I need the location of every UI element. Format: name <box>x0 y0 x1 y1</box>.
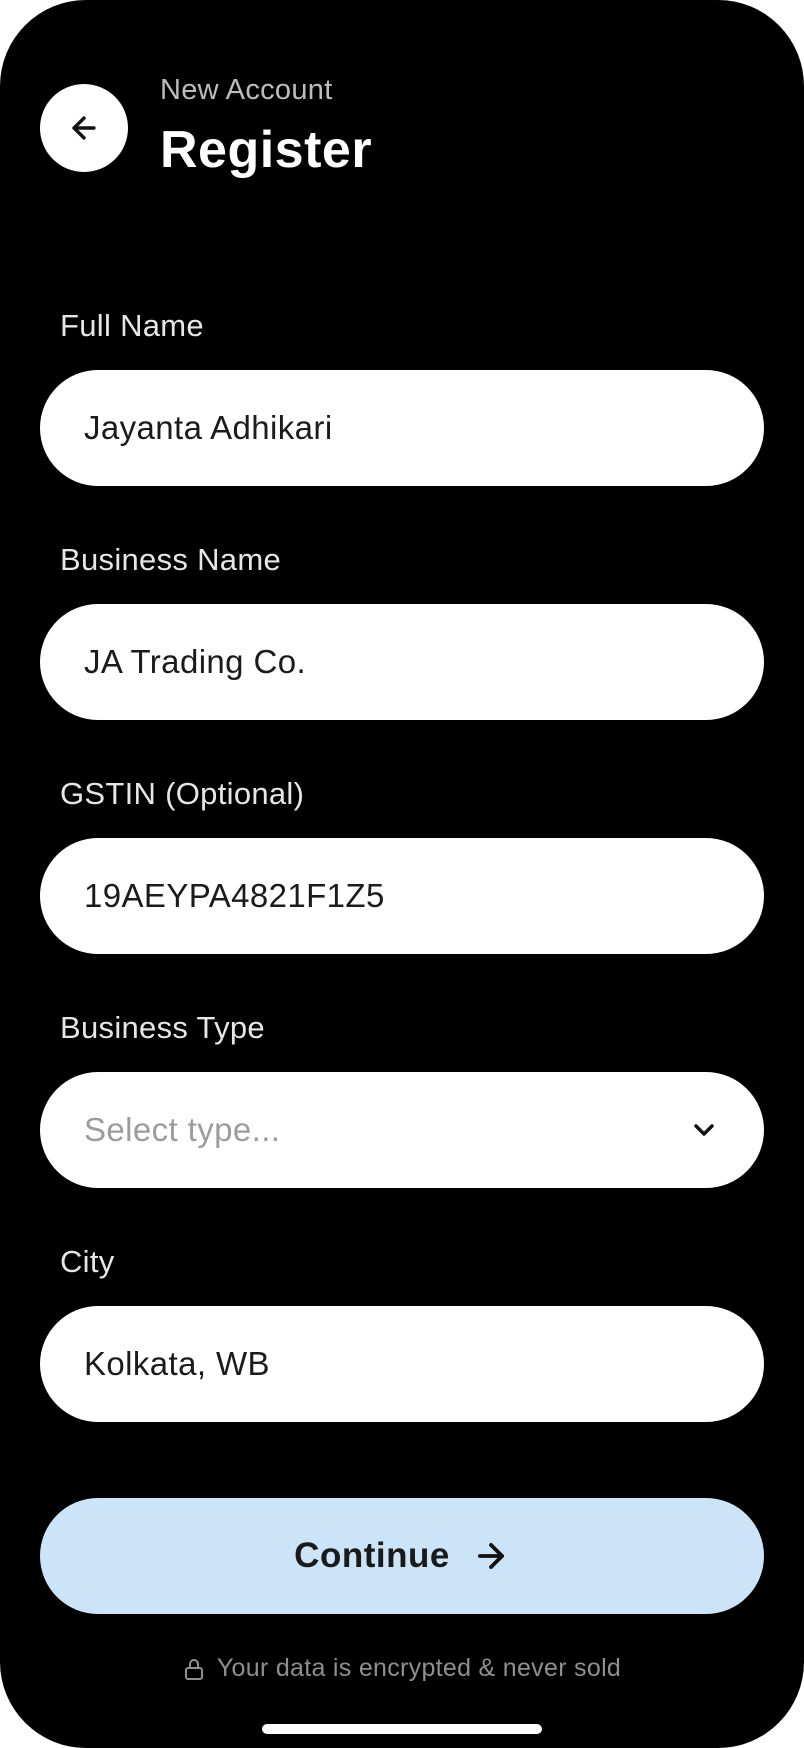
business-type-placeholder: Select type... <box>84 1111 281 1148</box>
city-value: Kolkata, WB <box>84 1345 270 1382</box>
business-name-field[interactable]: JA Trading Co. <box>40 604 764 720</box>
gstin-field[interactable]: 19AEYPA4821F1Z5 <box>40 838 764 954</box>
city-label: City <box>60 1244 115 1279</box>
business-name-label: Business Name <box>60 542 281 577</box>
privacy-note: Your data is encrypted & never sold <box>0 1654 804 1683</box>
privacy-text: Your data is encrypted & never sold <box>216 1654 622 1682</box>
full-name-field[interactable]: Jayanta Adhikari <box>40 370 764 486</box>
continue-label: Continue <box>294 1536 450 1575</box>
home-indicator[interactable] <box>262 1724 542 1734</box>
page-subtitle: New Account <box>160 74 333 106</box>
full-name-label: Full Name <box>60 308 204 343</box>
continue-button[interactable]: Continue <box>40 1498 764 1614</box>
back-button[interactable] <box>40 84 128 172</box>
full-name-value: Jayanta Adhikari <box>84 409 333 446</box>
lock-icon <box>184 1658 203 1680</box>
arrow-right-icon <box>477 1543 504 1569</box>
business-name-value: JA Trading Co. <box>84 643 307 680</box>
gstin-label: GSTIN (Optional) <box>60 776 305 811</box>
business-type-select[interactable]: Select type... <box>40 1072 764 1188</box>
city-field[interactable]: Kolkata, WB <box>40 1306 764 1422</box>
business-type-label: Business Type <box>60 1010 265 1045</box>
arrow-left-icon <box>72 116 96 140</box>
page-title: Register <box>160 121 373 179</box>
chevron-down-icon <box>694 1124 714 1136</box>
register-screen: New Account Register Full Name Jayanta A… <box>0 0 804 1748</box>
gstin-value: 19AEYPA4821F1Z5 <box>84 877 385 914</box>
